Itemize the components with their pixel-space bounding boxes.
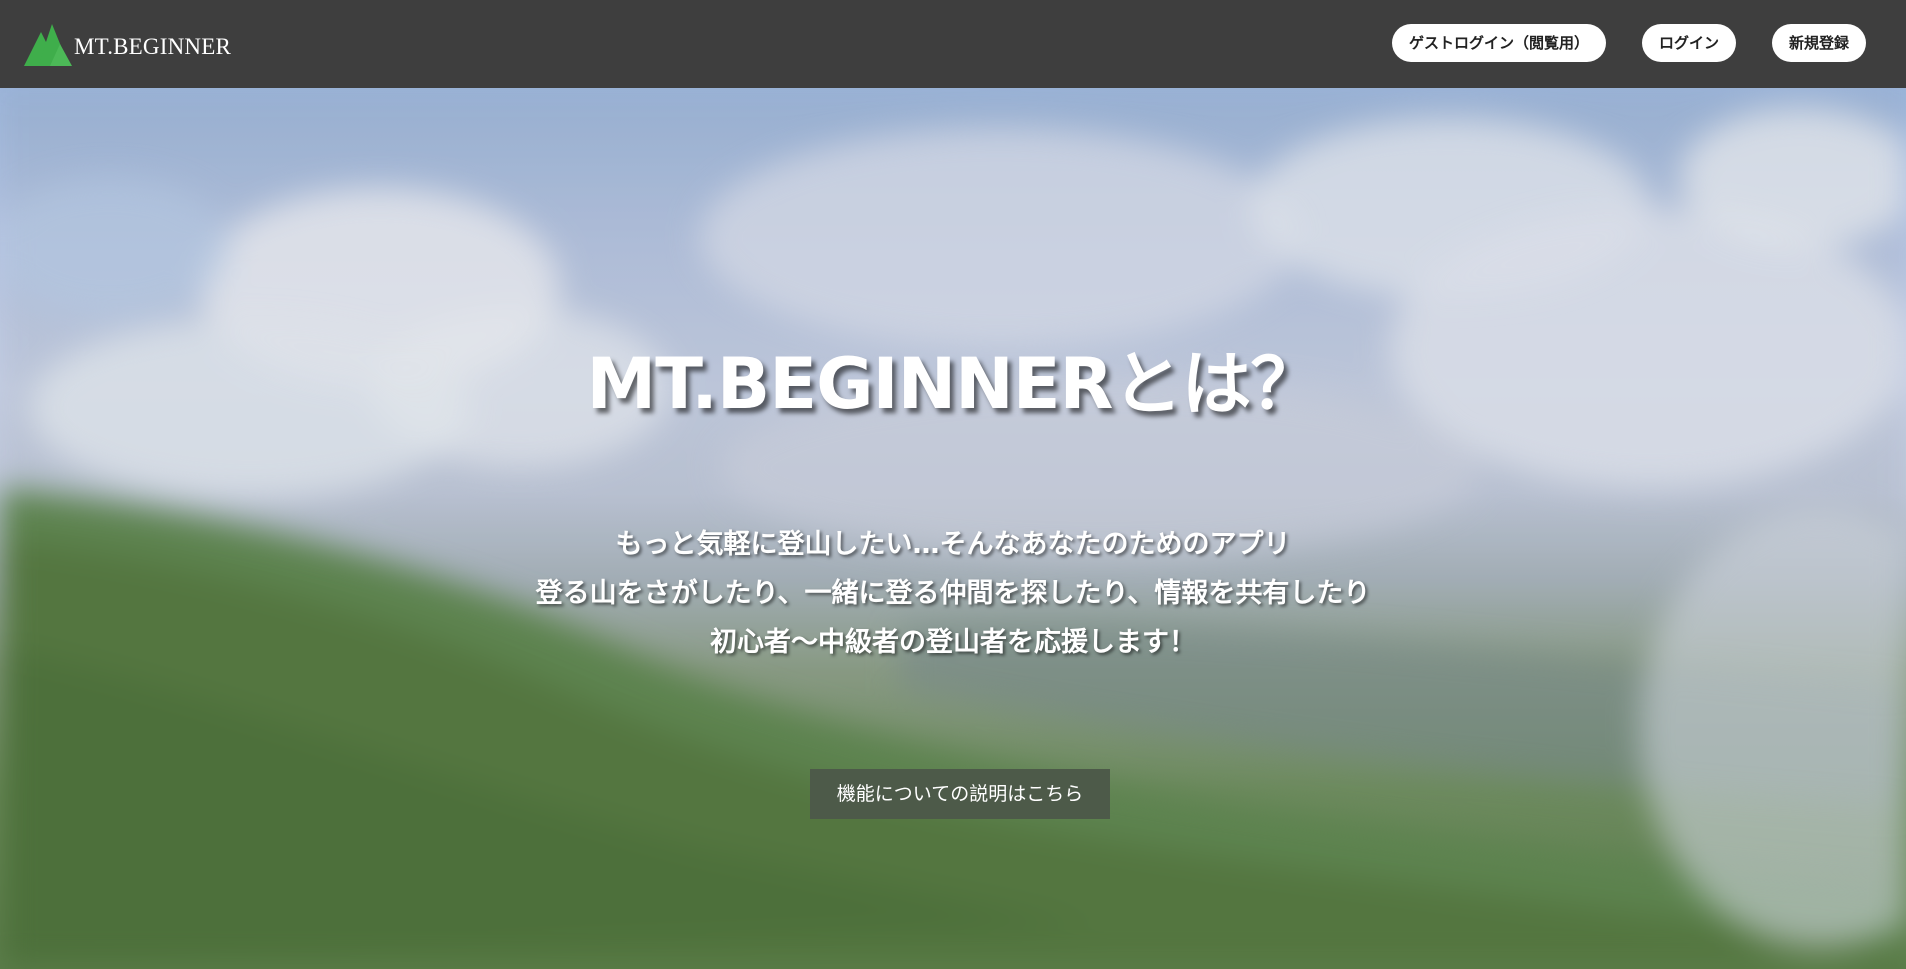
feature-explanation-button[interactable]: 機能についての説明はこちら bbox=[810, 769, 1110, 819]
mountain-icon bbox=[24, 24, 72, 66]
login-button[interactable]: ログイン bbox=[1641, 24, 1736, 62]
top-header: MT.BEGINNER ゲストログイン（閲覧用） ログイン 新規登録 bbox=[0, 0, 1906, 88]
signup-button[interactable]: 新規登録 bbox=[1771, 24, 1866, 62]
page: MT.BEGINNER ゲストログイン（閲覧用） ログイン 新規登録 MT.BE… bbox=[0, 0, 1906, 969]
hero-line-2: 登る山をさがしたり、一緒に登る仲間を探したり、情報を共有したり bbox=[535, 578, 1371, 609]
brand-logo-link[interactable]: MT.BEGINNER bbox=[24, 24, 231, 66]
hero-description: もっと気軽に登山したい…そんなあなたのためのアプリ 登る山をさがしたり、一緒に登… bbox=[0, 520, 1906, 667]
header-nav: ゲストログイン（閲覧用） ログイン 新規登録 bbox=[1391, 24, 1866, 62]
hero-content: MT.BEGINNERとは？ もっと気軽に登山したい…そんなあなたのためのアプリ… bbox=[0, 88, 1906, 969]
hero-title: MT.BEGINNERとは？ bbox=[586, 343, 1321, 425]
guest-login-button[interactable]: ゲストログイン（閲覧用） bbox=[1391, 24, 1606, 62]
hero-line-1: もっと気軽に登山したい…そんなあなたのためのアプリ bbox=[615, 529, 1291, 560]
hero-line-3: 初心者〜中級者の登山者を応援します！ bbox=[710, 627, 1196, 658]
hero-section: MT.BEGINNERとは？ もっと気軽に登山したい…そんなあなたのためのアプリ… bbox=[0, 88, 1906, 969]
brand-name: MT.BEGINNER bbox=[74, 33, 232, 59]
